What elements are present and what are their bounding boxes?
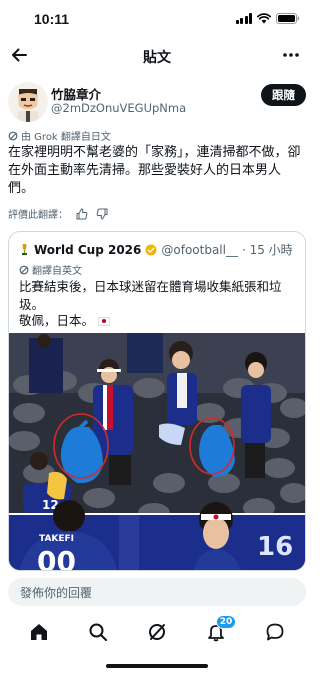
tab-search[interactable]: [83, 617, 113, 647]
quote-author-handle[interactable]: @ofootball__: [161, 243, 238, 257]
tab-home[interactable]: [24, 617, 54, 647]
status-bar: 10:11: [0, 0, 314, 40]
translation-note-text: 由 Grok 翻譯自日文: [21, 132, 111, 143]
more-horizontal-icon: [283, 53, 299, 57]
chat-bubble-icon: [266, 623, 283, 641]
tab-notifications[interactable]: 20: [201, 615, 237, 647]
post-author: 竹脇章介 @2mDzOnuVEGUpNma 跟隨: [8, 80, 306, 124]
tab-grok[interactable]: [142, 617, 172, 647]
jersey-number: 16: [257, 532, 293, 562]
more-button[interactable]: [280, 44, 302, 66]
signal-icon: [235, 13, 252, 24]
home-indicator: [106, 664, 208, 668]
tab-bar: 20: [0, 614, 314, 650]
grok-icon: [148, 624, 165, 640]
quote-text-line2-text: 敬佩，日本。: [19, 313, 95, 328]
notification-badge: 20: [215, 615, 237, 629]
avatar[interactable]: [8, 82, 48, 122]
quote-translation-note: 翻譯自英文: [19, 262, 82, 277]
thumbs-up-icon[interactable]: [76, 208, 88, 220]
quoted-post[interactable]: World Cup 2026 @ofootball__ · 15 小時 翻譯自英…: [8, 231, 306, 571]
rate-label: 評價此翻譯：: [8, 210, 68, 221]
quote-text-line2: 敬佩，日本。: [19, 312, 303, 330]
author-handle[interactable]: @2mDzOnuVEGUpNma: [51, 101, 186, 115]
japan-flag-icon: [98, 316, 111, 326]
thumbs-down-icon[interactable]: [96, 208, 108, 220]
battery-icon: [276, 13, 300, 24]
quote-time: · 15 小時: [241, 243, 293, 257]
rate-translation: 評價此翻譯：: [8, 206, 108, 221]
wifi-icon: [257, 13, 271, 24]
tab-messages[interactable]: [260, 617, 290, 647]
quote-header: World Cup 2026 @ofootball__ · 15 小時: [19, 241, 293, 258]
quote-text-line1: 比賽結束後，日本球迷留在體育場收集紙張和垃圾。: [19, 279, 282, 312]
status-time: 10:11: [34, 11, 70, 27]
quote-photo[interactable]: 12 TAKEFI 00 16: [9, 333, 305, 571]
home-icon: [31, 624, 48, 640]
status-icons: [235, 13, 301, 24]
trophy-icon: [22, 244, 27, 255]
jersey-name: TAKEFI: [39, 534, 74, 544]
grok-icon: [8, 131, 18, 140]
reply-input[interactable]: 發佈你的回覆: [8, 578, 306, 606]
translate-icon: [19, 265, 29, 274]
verified-badge-icon: [145, 244, 157, 255]
search-icon: [89, 623, 108, 641]
post-text: 在家裡明明不幫老婆的「家務」，連清掃都不做，卻在外面主動率先清掃。那些愛裝好人的…: [8, 145, 301, 196]
svg-text:00: 00: [37, 545, 76, 571]
quote-author-name[interactable]: World Cup 2026: [34, 243, 141, 257]
nav-header: 貼文: [0, 40, 314, 72]
translation-note: 由 Grok 翻譯自日文: [8, 128, 111, 143]
quote-translation-text: 翻譯自英文: [32, 266, 82, 277]
page-title: 貼文: [143, 50, 171, 66]
follow-button[interactable]: 跟隨: [261, 84, 306, 106]
